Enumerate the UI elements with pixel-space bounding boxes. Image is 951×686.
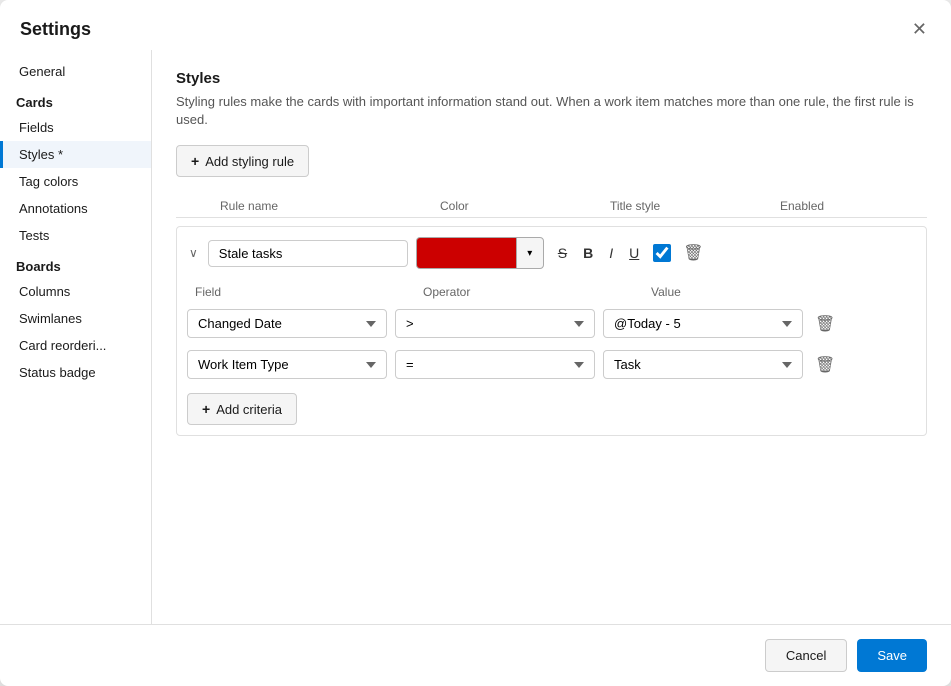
close-button[interactable]: ✕ [908,16,931,42]
main-content: Styles Styling rules make the cards with… [152,50,951,624]
col-title-style: Title style [606,199,776,213]
color-picker: ▾ [416,237,544,269]
sidebar-section-boards: Boards [0,249,151,278]
criteria-field-select-0[interactable]: Changed Date Created Date State Assigned… [187,309,387,338]
col-rule-name: Rule name [216,199,436,213]
sidebar-item-tests[interactable]: Tests [0,222,151,249]
criteria-value-select-1[interactable]: Task Bug User Story Feature [603,350,803,379]
criteria-operator-select-1[interactable]: = != > < [395,350,595,379]
criteria-row-0: Changed Date Created Date State Assigned… [187,303,916,344]
sidebar: General Cards Fields Styles * Tag colors… [0,50,152,624]
dialog-body: General Cards Fields Styles * Tag colors… [0,50,951,624]
dialog-footer: Cancel Save [0,624,951,686]
rule-row: ∨ ▾ S B I U 🗑 [176,226,927,436]
section-desc: Styling rules make the cards with import… [176,93,927,129]
add-criteria-label: Add criteria [216,402,282,417]
sidebar-section-cards: Cards [0,85,151,114]
sidebar-item-tag-colors[interactable]: Tag colors [0,168,151,195]
criteria-operator-select-0[interactable]: > < = >= <= [395,309,595,338]
add-criteria-plus-icon: + [202,401,210,417]
sidebar-item-general[interactable]: General [0,58,151,85]
add-criteria-button[interactable]: + Add criteria [187,393,297,425]
sidebar-item-annotations[interactable]: Annotations [0,195,151,222]
sidebar-item-columns[interactable]: Columns [0,278,151,305]
dialog-header: Settings ✕ [0,0,951,50]
col-expand [176,199,216,213]
criteria-delete-button-1[interactable]: 🗑 [811,351,839,379]
criteria-delete-button-0[interactable]: 🗑 [811,310,839,338]
italic-button[interactable]: I [603,241,619,265]
color-swatch[interactable] [416,237,516,269]
underline-button[interactable]: U [623,241,645,265]
title-style-buttons: S B I U [552,241,645,265]
rule-expand-button[interactable]: ∨ [187,244,200,262]
criteria-table: Field Operator Value Changed Date Create… [187,281,916,425]
col-color: Color [436,199,606,213]
rule-enabled-checkbox[interactable] [653,244,671,262]
rule-delete-button[interactable]: 🗑 [679,239,707,267]
criteria-field-select-1[interactable]: Work Item Type State Assigned To Title [187,350,387,379]
add-styling-rule-button[interactable]: + Add styling rule [176,145,309,177]
section-title: Styles [176,70,927,87]
criteria-row-1: Work Item Type State Assigned To Title =… [187,344,916,385]
rule-name-input[interactable] [208,240,408,267]
sidebar-item-fields[interactable]: Fields [0,114,151,141]
cancel-button[interactable]: Cancel [765,639,847,672]
criteria-header: Field Operator Value [187,281,916,303]
strikethrough-button[interactable]: S [552,241,573,265]
add-rule-label: Add styling rule [205,154,294,169]
settings-dialog: Settings ✕ General Cards Fields Styles *… [0,0,951,686]
dialog-title: Settings [20,19,91,40]
sidebar-item-status-badge[interactable]: Status badge [0,359,151,386]
sidebar-item-card-reordering[interactable]: Card reorderi... [0,332,151,359]
sidebar-item-styles[interactable]: Styles * [0,141,151,168]
col-delete [836,199,876,213]
col-enabled: Enabled [776,199,836,213]
color-dropdown-button[interactable]: ▾ [516,237,544,269]
criteria-col-field: Field [195,285,415,299]
sidebar-item-swimlanes[interactable]: Swimlanes [0,305,151,332]
bold-button[interactable]: B [577,241,599,265]
criteria-col-value: Value [651,285,871,299]
criteria-value-select-0[interactable]: @Today - 5 @Today @Today - 1 @Today - 7 [603,309,803,338]
save-button[interactable]: Save [857,639,927,672]
plus-icon: + [191,153,199,169]
rule-top: ∨ ▾ S B I U 🗑 [187,237,916,269]
table-header: Rule name Color Title style Enabled [176,195,927,218]
criteria-col-operator: Operator [423,285,643,299]
